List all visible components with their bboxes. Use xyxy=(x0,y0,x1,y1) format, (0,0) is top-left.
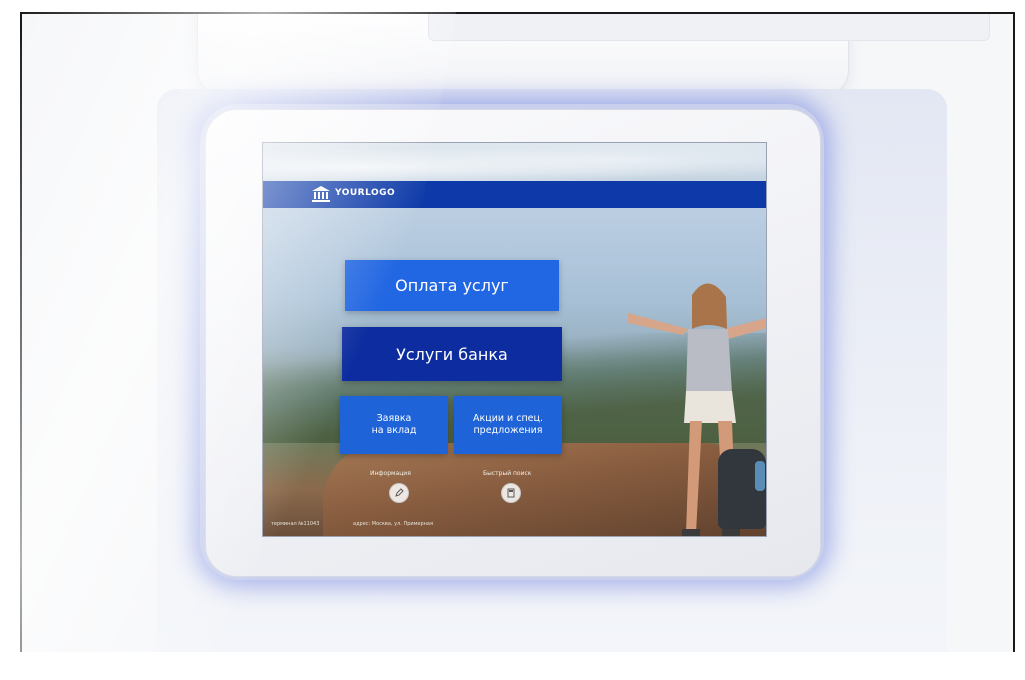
backpack-strap xyxy=(755,461,765,491)
sky-clouds xyxy=(263,143,766,183)
kiosk-screen: YOURLOGO Оплата услуг Услуги банка Заявк… xyxy=(262,142,767,537)
bank-services-button[interactable]: Услуги банка xyxy=(342,327,562,381)
app-header: YOURLOGO xyxy=(263,181,766,208)
deposit-request-label: Заявка на вклад xyxy=(371,413,417,436)
information-button[interactable] xyxy=(389,483,409,503)
pencil-icon xyxy=(395,488,404,497)
pay-services-label: Оплата услуг xyxy=(395,276,509,295)
logo-text: YOURLOGO xyxy=(335,188,396,198)
information-label: Информация xyxy=(370,470,411,477)
pay-services-button[interactable]: Оплата услуг xyxy=(345,260,559,311)
promotions-label: Акции и спец. предложения xyxy=(472,413,544,436)
calculator-icon xyxy=(507,488,515,498)
deposit-request-button[interactable]: Заявка на вклад xyxy=(340,396,448,454)
quick-payment-label: Быстрый поиск xyxy=(483,470,532,477)
promotions-button[interactable]: Акции и спец. предложения xyxy=(454,396,562,454)
bank-building-icon xyxy=(312,186,330,202)
terminal-number: терминал №11043 xyxy=(271,521,320,527)
kiosk-slot xyxy=(428,14,990,41)
bank-services-label: Услуги банка xyxy=(396,344,508,364)
terminal-address: адрес: Москва, ул. Примерная xyxy=(353,521,434,527)
quick-payment-button[interactable] xyxy=(501,483,521,503)
kiosk-top-panel xyxy=(197,14,990,96)
